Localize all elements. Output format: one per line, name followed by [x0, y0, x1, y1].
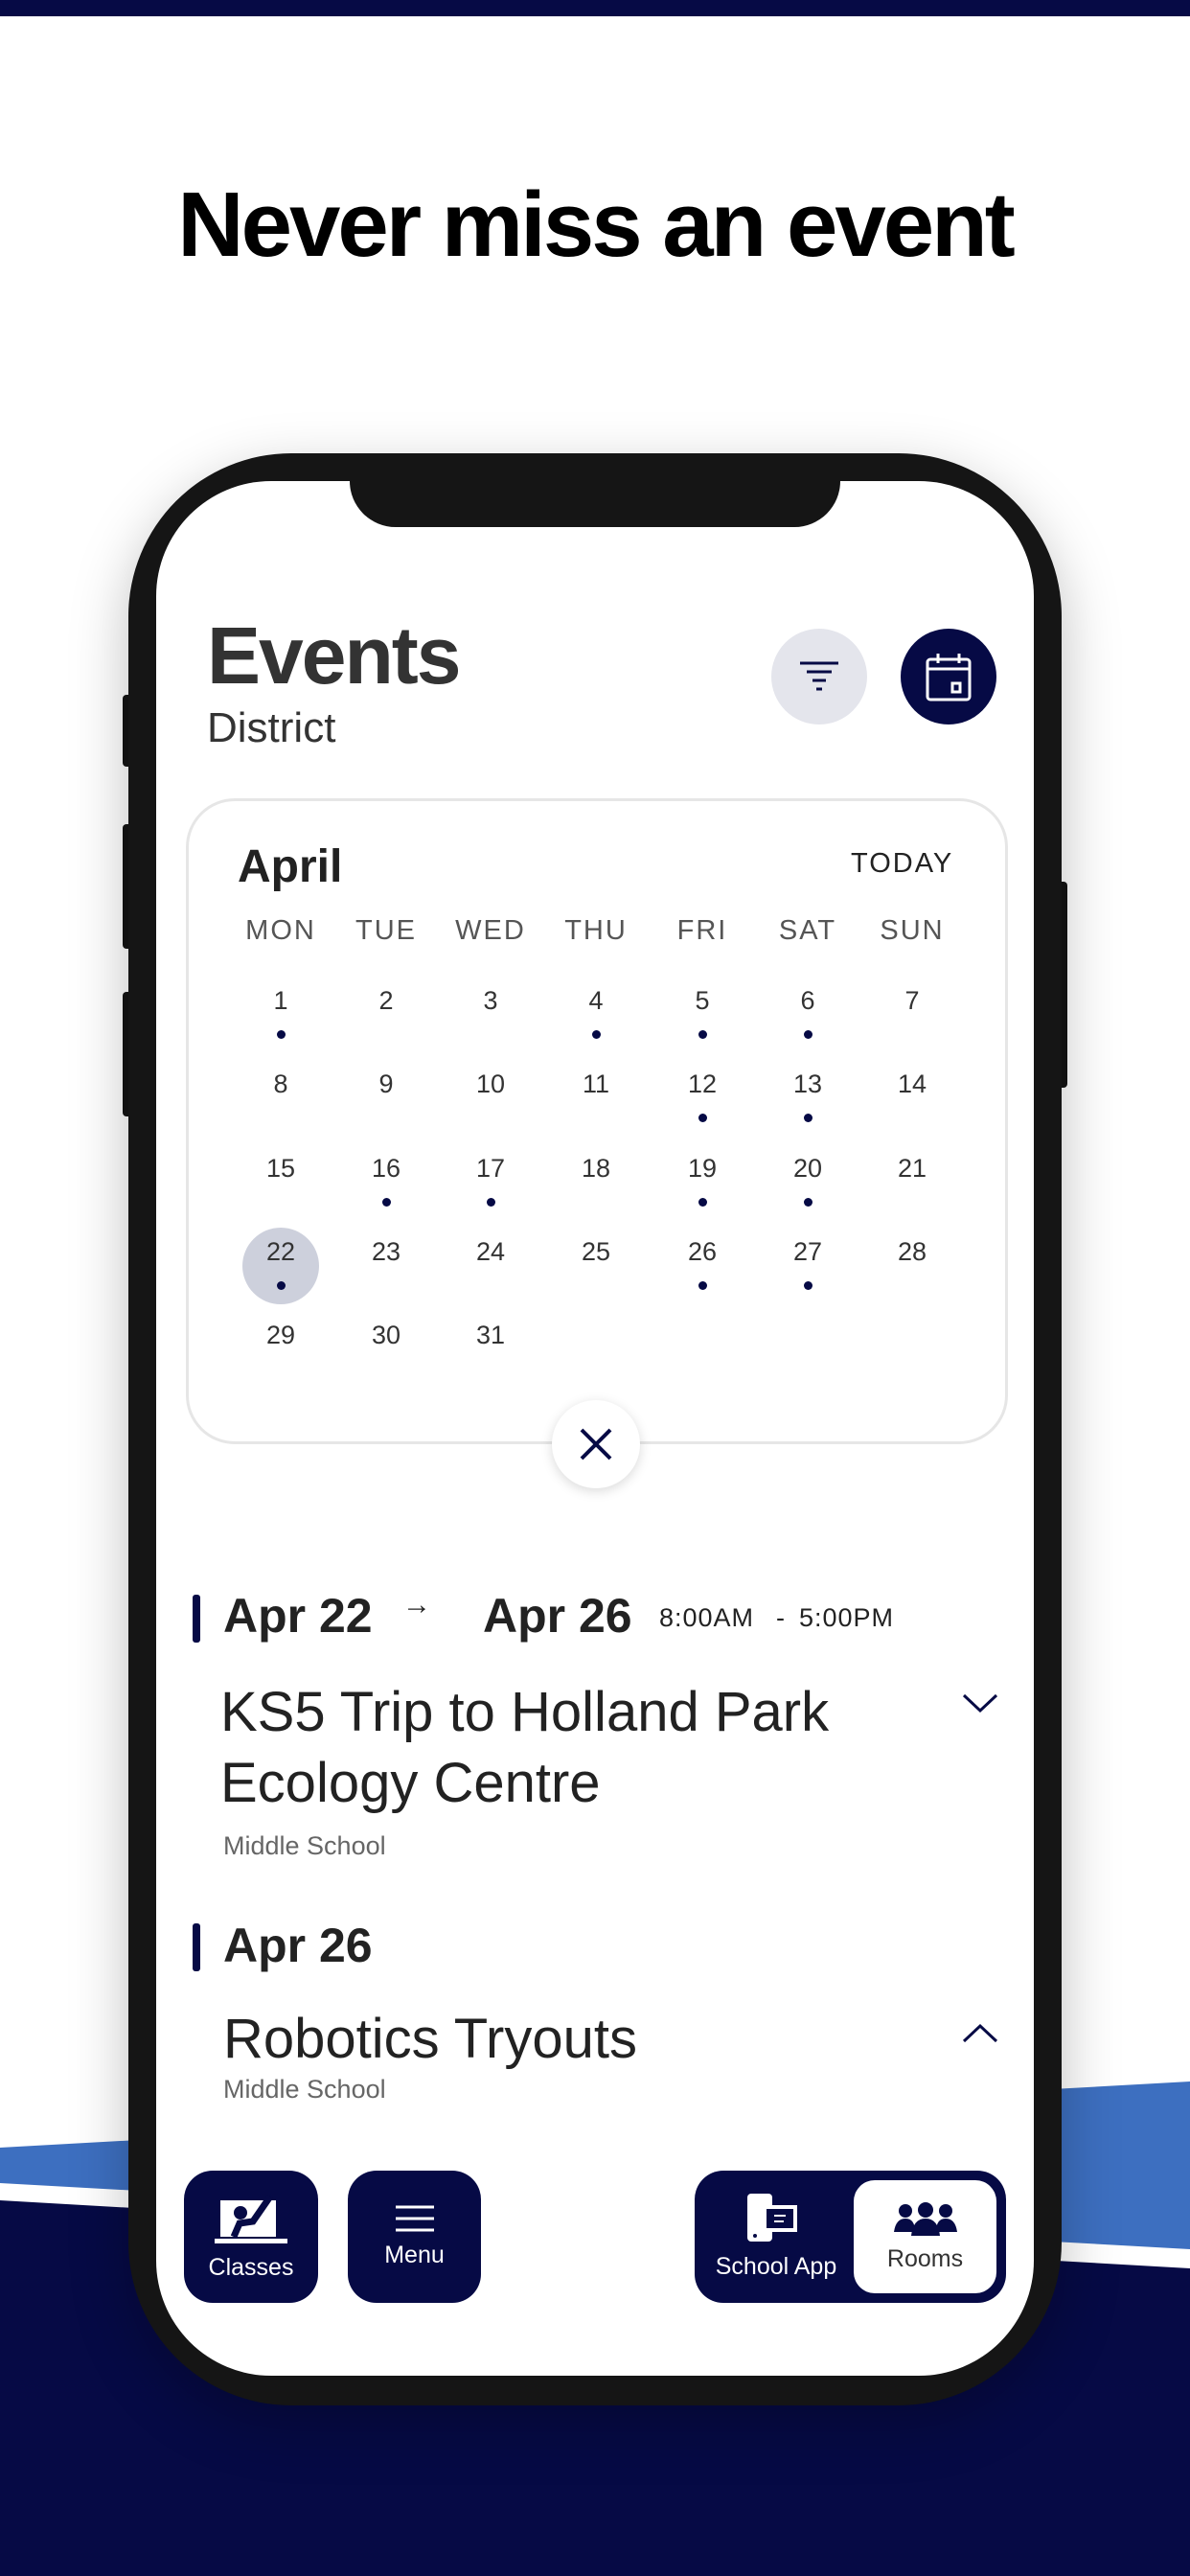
calendar-day-17[interactable]: 17	[443, 1154, 538, 1184]
page-subtitle: District	[207, 704, 336, 751]
event-indicator-dot	[698, 1114, 707, 1122]
rooms-label: Rooms	[886, 2244, 964, 2272]
calendar-day-8[interactable]: 8	[233, 1070, 329, 1099]
calendar-day-4[interactable]: 4	[548, 986, 644, 1016]
event-indicator-dot	[804, 1114, 812, 1122]
nav-classes-button[interactable]: Classes	[184, 2171, 318, 2303]
calendar-day-22[interactable]: 22	[233, 1237, 329, 1267]
event-indicator-dot	[804, 1281, 812, 1290]
chevron-up-icon[interactable]	[961, 2022, 999, 2045]
event-indicator-dot	[804, 1030, 812, 1039]
calendar-day-21[interactable]: 21	[864, 1154, 960, 1184]
event-indicator-dot	[277, 1030, 286, 1039]
people-group-icon	[893, 2201, 957, 2236]
event-audience: Middle School	[223, 2075, 386, 2104]
event-start-date: Apr 26	[223, 1919, 373, 1972]
calendar-month: April	[238, 841, 343, 892]
event-title[interactable]: KS5 Trip to Holland Park Ecology Centre	[220, 1677, 910, 1819]
weekday-header-sun: SUN	[880, 915, 945, 946]
event-date-marker	[193, 1923, 200, 1971]
calendar-day-12[interactable]: 12	[654, 1070, 750, 1099]
weekday-header-tue: TUE	[355, 915, 417, 946]
calendar-day-5[interactable]: 5	[654, 986, 750, 1016]
filter-button[interactable]	[771, 629, 867, 724]
event-indicator-dot	[698, 1198, 707, 1207]
filter-icon	[800, 661, 838, 691]
calendar-day-9[interactable]: 9	[338, 1070, 434, 1099]
nav-menu-label: Menu	[384, 2241, 445, 2268]
calendar-day-6[interactable]: 6	[760, 986, 856, 1016]
calendar-day-14[interactable]: 14	[864, 1070, 960, 1099]
event-indicator-dot	[698, 1030, 707, 1039]
weekday-header-wed: WED	[455, 915, 526, 946]
calendar-day-3[interactable]: 3	[443, 986, 538, 1016]
event-title[interactable]: Robotics Tryouts	[223, 2004, 637, 2075]
event-indicator-dot	[804, 1198, 812, 1207]
arrow-right-icon: →	[402, 1589, 431, 1621]
calendar-view-button[interactable]	[901, 629, 996, 724]
nav-classes-label: Classes	[208, 2253, 294, 2281]
weekday-header-sat: SAT	[778, 915, 837, 946]
calendar-icon	[926, 654, 972, 702]
today-button[interactable]: TODAY	[851, 848, 953, 880]
phone-notch	[350, 470, 840, 527]
event-start-date: Apr 22	[223, 1589, 373, 1643]
event-indicator-dot	[277, 1281, 286, 1290]
event-indicator-dot	[382, 1198, 391, 1207]
nav-menu-button[interactable]: Menu	[348, 2171, 481, 2303]
top-bar	[0, 0, 1190, 16]
event-end-date: Apr 26	[483, 1589, 632, 1643]
phone-chat-icon	[747, 2193, 797, 2242]
calendar-day-26[interactable]: 26	[654, 1237, 750, 1267]
calendar-day-15[interactable]: 15	[233, 1154, 329, 1184]
calendar-day-19[interactable]: 19	[654, 1154, 750, 1184]
weekday-header-fri: FRI	[676, 915, 728, 946]
event-time-end: 5:00PM	[799, 1603, 895, 1632]
collapse-calendar-button[interactable]	[552, 1400, 640, 1488]
calendar-day-25[interactable]: 25	[548, 1237, 644, 1267]
calendar-day-18[interactable]: 18	[548, 1154, 644, 1184]
event-date-marker	[193, 1595, 200, 1643]
calendar-day-28[interactable]: 28	[864, 1237, 960, 1267]
hamburger-menu-icon	[395, 2205, 434, 2231]
rooms-button[interactable]: Rooms	[854, 2180, 996, 2293]
page-title: Events	[207, 610, 461, 701]
calendar-day-31[interactable]: 31	[443, 1321, 538, 1350]
weekday-header-thu: THU	[564, 915, 628, 946]
calendar-day-16[interactable]: 16	[338, 1154, 434, 1184]
event-time-separator: -	[776, 1603, 786, 1632]
classes-icon	[215, 2194, 287, 2243]
calendar-day-11[interactable]: 11	[548, 1070, 644, 1099]
calendar-day-30[interactable]: 30	[338, 1321, 434, 1350]
calendar-day-2[interactable]: 2	[338, 986, 434, 1016]
calendar-day-27[interactable]: 27	[760, 1237, 856, 1267]
calendar-day-10[interactable]: 10	[443, 1070, 538, 1099]
headline: Never miss an event	[177, 173, 1016, 276]
event-time-start: 8:00AM	[659, 1603, 755, 1632]
calendar-day-29[interactable]: 29	[233, 1321, 329, 1350]
calendar-day-1[interactable]: 1	[233, 986, 329, 1016]
calendar-day-20[interactable]: 20	[760, 1154, 856, 1184]
event-audience: Middle School	[223, 1831, 386, 1860]
school-app-label: School App	[715, 2252, 837, 2280]
school-app-button[interactable]: School App	[704, 2180, 848, 2293]
calendar-day-7[interactable]: 7	[864, 986, 960, 1016]
calendar-day-24[interactable]: 24	[443, 1237, 538, 1267]
weekday-header-mon: MON	[245, 915, 316, 946]
chevron-down-icon[interactable]	[961, 1691, 999, 1714]
event-indicator-dot	[698, 1281, 707, 1290]
event-indicator-dot	[592, 1030, 601, 1039]
close-icon	[580, 1428, 612, 1460]
calendar-day-23[interactable]: 23	[338, 1237, 434, 1267]
event-indicator-dot	[487, 1198, 495, 1207]
calendar-day-13[interactable]: 13	[760, 1070, 856, 1099]
